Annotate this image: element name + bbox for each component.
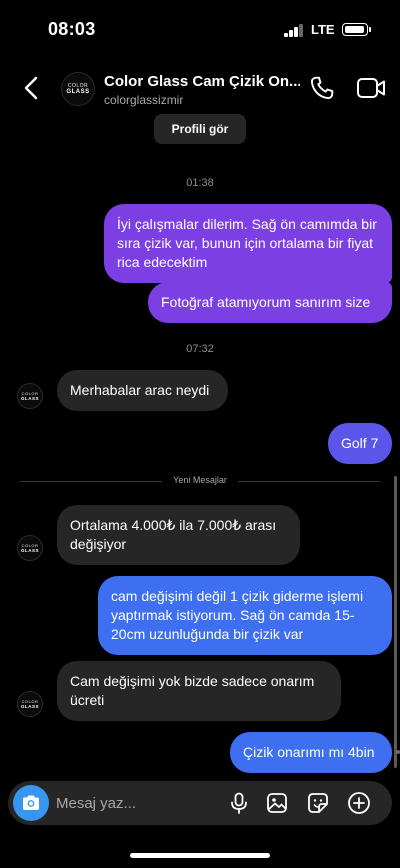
new-messages-label: Yeni Mesajlar <box>173 475 227 485</box>
back-icon[interactable] <box>20 74 44 102</box>
message-input[interactable] <box>56 781 216 825</box>
gallery-icon[interactable] <box>265 791 289 815</box>
sender-avatar[interactable]: COLOR GLASS <box>17 383 43 409</box>
signal-icon <box>284 24 304 37</box>
message-outgoing[interactable]: İyi çalışmalar dilerim. Sağ ön camımda b… <box>104 204 392 283</box>
avatar-logo-text: GLASS <box>66 88 90 95</box>
contact-username[interactable]: colorglassizmir <box>104 93 183 107</box>
message-outgoing[interactable]: Golf 7 <box>328 423 392 464</box>
scroll-indicator <box>396 750 400 754</box>
plus-icon[interactable] <box>347 791 371 815</box>
message-outgoing[interactable]: Çizik onarımı mı 4bin <box>230 732 392 773</box>
home-indicator[interactable] <box>130 853 270 858</box>
camera-button[interactable] <box>13 785 49 821</box>
avatar-logo-text: GLASS <box>20 704 39 709</box>
battery-cap <box>369 27 371 32</box>
sticker-icon[interactable] <box>306 791 330 815</box>
contact-name[interactable]: Color Glass Cam Çizik On... <box>104 73 300 90</box>
message-outgoing[interactable]: Fotoğraf atamıyorum sanırım size <box>148 282 392 323</box>
scrollbar[interactable] <box>394 476 397 768</box>
status-bar: 08:03 LTE <box>0 0 400 58</box>
sender-avatar[interactable]: COLOR GLASS <box>17 535 43 561</box>
message-thread[interactable]: Profili gör 01:38 İyi çalışmalar dilerim… <box>0 114 400 778</box>
avatar-logo-text: GLASS <box>20 548 39 553</box>
status-time: 08:03 <box>48 19 96 39</box>
message-incoming[interactable]: Merhabalar arac neydi <box>57 370 228 411</box>
battery-icon <box>342 23 368 36</box>
view-profile-button[interactable]: Profili gör <box>154 114 246 144</box>
new-messages-divider <box>238 481 380 482</box>
video-icon[interactable] <box>356 76 386 100</box>
message-incoming[interactable]: Cam değişimi yok bizde sadece onarım ücr… <box>57 661 341 721</box>
message-incoming[interactable]: Ortalama 4.000₺ ila 7.000₺ arası değişiy… <box>57 505 300 565</box>
message-outgoing[interactable]: cam değişimi değil 1 çizik giderme işlem… <box>98 576 392 655</box>
microphone-icon[interactable] <box>227 791 251 815</box>
chat-header: COLOR GLASS Color Glass Cam Çizik On... … <box>0 58 400 118</box>
contact-avatar[interactable]: COLOR GLASS <box>61 72 95 106</box>
timestamp: 07:32 <box>186 343 214 355</box>
sender-avatar[interactable]: COLOR GLASS <box>17 691 43 717</box>
timestamp: 01:38 <box>186 177 214 189</box>
message-composer <box>8 781 392 825</box>
network-label: LTE <box>311 22 335 37</box>
avatar-logo-text: GLASS <box>20 396 39 401</box>
call-icon[interactable] <box>309 75 335 101</box>
camera-icon <box>23 795 39 810</box>
